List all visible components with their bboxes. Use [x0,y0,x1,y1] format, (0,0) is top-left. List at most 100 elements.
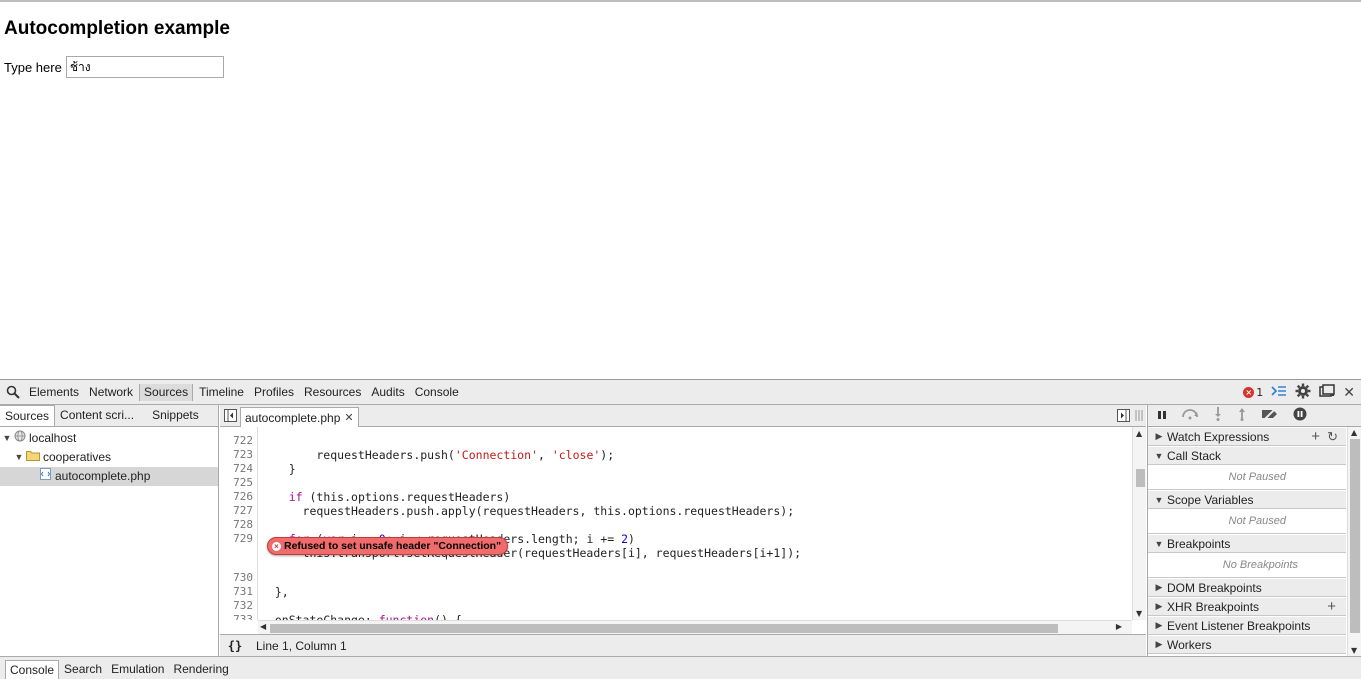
code-line: 726 requestHeaders.push.apply(requestHea… [220,476,794,518]
pause-on-exceptions-icon[interactable] [1293,407,1307,424]
error-message-text: Refused to set unsafe header "Connection… [284,540,502,552]
scroll-right-arrow-icon[interactable]: ▶ [1116,622,1122,631]
sidebar-scroll-thumb[interactable] [1350,439,1360,633]
debugger-toolbar [1148,405,1361,427]
drawer-tab-search[interactable]: Search [60,660,106,679]
close-devtools-icon[interactable]: ✕ [1343,386,1355,400]
inspect-search-icon[interactable] [2,380,24,405]
devtools-toolbar: Elements Network Sources Timeline Profil… [0,380,1361,405]
collapsed-triangle-icon: ▶ [1155,601,1163,611]
step-into-icon[interactable] [1213,407,1223,424]
drawer-toggle-icon[interactable] [1271,385,1287,400]
navigator-tab-snippets[interactable]: Snippets [147,405,204,426]
error-icon: × [1243,387,1255,398]
settings-gear-icon[interactable] [1295,383,1311,402]
web-page: Autocompletion example Type here [0,0,1361,379]
step-over-icon[interactable] [1181,408,1199,423]
panel-tab-sources[interactable]: Sources [139,383,194,401]
horizontal-scroll-thumb[interactable] [270,624,1058,633]
navigator-tab-content-scripts[interactable]: Content scri... [55,405,139,426]
toggle-debugger-icon[interactable] [1117,409,1130,425]
pane-workers[interactable]: ▶ Workers [1148,635,1346,654]
code-area[interactable]: 722 requestHeaders.push('Connection', 'c… [220,427,1132,620]
editor-file-tab[interactable]: autocomplete.php ✕ [240,407,359,427]
panel-tab-console[interactable]: Console [411,384,463,401]
pane-title: Event Listener Breakpoints [1167,618,1311,633]
pane-xhr-breakpoints[interactable]: ▶ XHR Breakpoints + [1148,597,1346,616]
pane-scope-variables[interactable]: ▼ Scope Variables [1148,490,1346,509]
scroll-up-arrow-icon[interactable]: ▲ [1351,428,1357,437]
pane-dom-breakpoints[interactable]: ▶ DOM Breakpoints [1148,578,1346,597]
pane-event-listener-breakpoints[interactable]: ▶ Event Listener Breakpoints [1148,616,1346,635]
autocomplete-row: Type here [4,56,224,78]
code-line: 730 }, [220,557,289,599]
scroll-up-arrow-icon[interactable]: ▲ [1136,429,1142,438]
code-line: 723 } [220,434,296,476]
page-title: Autocompletion example [4,18,230,39]
line-number[interactable]: 729 [220,532,253,546]
toolbar-right-controls: × 1 ✕ [1243,380,1355,405]
file-tab-label: autocomplete.php [245,410,341,425]
expand-triangle-icon[interactable]: ▼ [14,448,24,467]
step-out-icon[interactable] [1237,407,1247,424]
inline-error-message: × Refused to set unsafe header "Connecti… [267,537,509,555]
pause-icon[interactable] [1157,409,1167,423]
collapsed-triangle-icon: ▶ [1155,620,1163,630]
deactivate-breakpoints-icon[interactable] [1261,407,1279,423]
toggle-navigator-icon[interactable] [224,409,237,425]
tree-folder-label: cooperatives [43,450,112,464]
code-line: 729 this.transport.setRequestHeader(requ… [220,518,801,560]
code-line: 727 [220,490,275,517]
tree-item-folder[interactable]: ▼ cooperatives [0,448,218,467]
pane-title: Call Stack [1167,448,1222,463]
panel-tab-audits[interactable]: Audits [367,384,408,401]
scroll-left-arrow-icon[interactable]: ◀ [260,622,266,631]
panel-tab-timeline[interactable]: Timeline [195,384,248,401]
scroll-down-arrow-icon[interactable]: ▼ [1136,609,1142,618]
pane-title: Workers [1167,637,1212,652]
panel-tab-network[interactable]: Network [85,384,137,401]
tree-item-host[interactable]: ▼ localhost [0,429,218,448]
drawer-tab-rendering[interactable]: Rendering [169,660,232,679]
editor-horizontal-scrollbar[interactable]: ◀ ▶ [258,620,1132,634]
code-line: 733 var readyState = this.transport.read… [220,599,275,620]
source-editor: autocomplete.php ✕ 722 requestHeaders.pu… [220,405,1146,656]
tree-host-label: localhost [29,431,77,445]
pane-watch-expressions[interactable]: ▶ Watch Expressions + ↻ [1148,427,1346,446]
pretty-print-icon[interactable]: {} [220,639,250,653]
folder-icon [26,448,40,467]
tree-file-label: autocomplete.php [55,469,151,483]
pane-call-stack[interactable]: ▼ Call Stack [1148,446,1346,465]
script-file-icon [40,467,51,486]
panel-tab-elements[interactable]: Elements [25,384,83,401]
add-xhr-breakpoint-icon[interactable]: + [1327,599,1336,615]
code-text: onStateChange: function() { [261,613,462,620]
editor-vertical-scrollbar[interactable]: ▲ ▼ [1132,427,1146,620]
scroll-down-arrow-icon[interactable]: ▼ [1351,646,1357,655]
panel-tab-resources[interactable]: Resources [300,384,365,401]
drawer-tab-console[interactable]: Console [5,660,60,679]
vertical-scroll-thumb[interactable] [1136,469,1145,487]
expanded-triangle-icon: ▼ [1154,538,1164,549]
code-line: 722 requestHeaders.push('Connection', 'c… [220,427,614,462]
collapsed-triangle-icon: ▶ [1155,639,1163,649]
error-counter[interactable]: × 1 [1243,386,1263,399]
drag-handle-icon[interactable] [1135,410,1143,424]
add-watch-icon[interactable]: + [1311,429,1320,445]
panel-tab-profiles[interactable]: Profiles [250,384,298,401]
tree-item-file[interactable]: autocomplete.php [0,467,218,486]
autocomplete-input[interactable] [65,56,224,78]
scope-variables-body: Not Paused [1148,509,1346,534]
code-line: 728 for (var i = 0; i < requestHeaders.l… [220,504,635,546]
editor-status-bar: {} Line 1, Column 1 [220,634,1146,656]
pane-breakpoints[interactable]: ▼ Breakpoints [1148,534,1346,553]
drawer-tab-emulation[interactable]: Emulation [107,660,168,679]
expand-triangle-icon[interactable]: ▼ [2,429,12,448]
drawer-tab-bar: Console Search Emulation Rendering [0,656,1361,679]
call-stack-body: Not Paused [1148,465,1346,490]
sidebar-scrollbar[interactable]: ▲ ▼ [1347,427,1361,656]
close-tab-icon[interactable]: ✕ [344,409,353,427]
navigator-tab-sources[interactable]: Sources [0,405,56,426]
dock-side-icon[interactable] [1319,384,1336,401]
refresh-icon[interactable]: ↻ [1327,429,1338,445]
